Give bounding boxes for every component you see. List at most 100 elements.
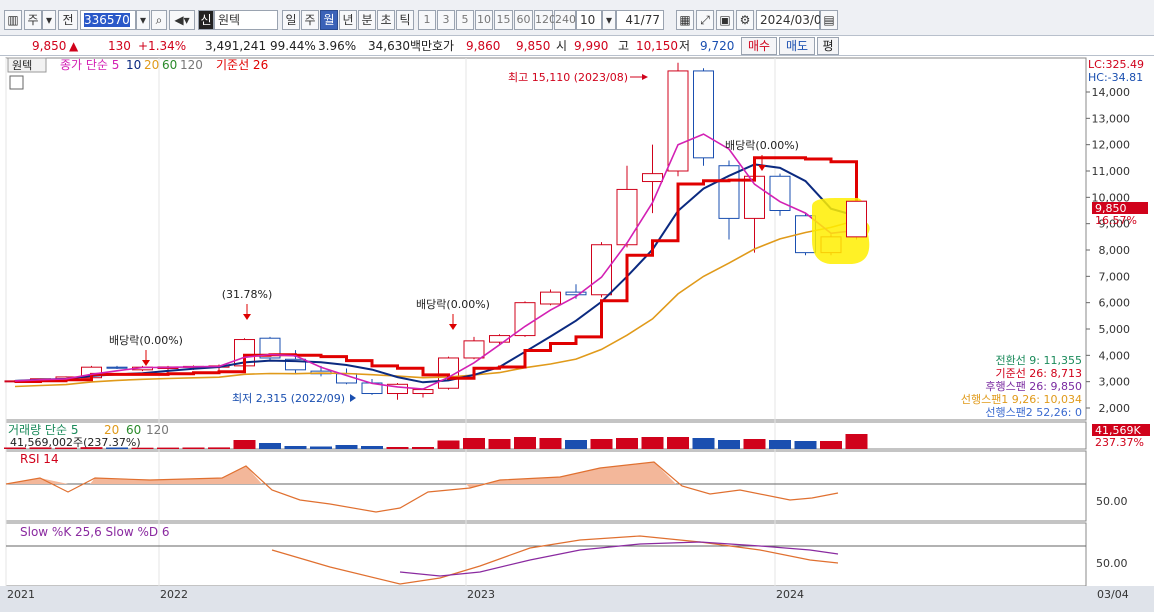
legend-item-4: 120: [180, 58, 203, 72]
volume: 3,491,241: [205, 39, 267, 53]
speaker-icon[interactable]: ◀▾: [169, 10, 195, 30]
indicator-value-2: 후행스팬 26: 9,850: [985, 380, 1082, 393]
stock-name-field[interactable]: 원텍: [214, 10, 278, 30]
last-candle: [846, 200, 867, 238]
volume-legend-120: 120: [146, 423, 169, 437]
volume-label: 거래량 단순 5: [8, 423, 78, 437]
volume-bar: [463, 438, 485, 449]
interval-button-2[interactable]: 5: [456, 10, 474, 30]
interval-button-3[interactable]: 10: [475, 10, 493, 30]
candle-body: [463, 340, 485, 359]
chevron-down-icon[interactable]: ▾: [42, 10, 56, 30]
hc-label: HC:-34.81: [1088, 71, 1143, 84]
high-label: 고: [618, 39, 630, 53]
sell-button[interactable]: 매도: [779, 37, 815, 55]
x-axis-date: 03/04: [1097, 588, 1129, 601]
date-field[interactable]: 2024/03/04: [756, 10, 829, 30]
save-icon[interactable]: ▣: [716, 10, 734, 30]
candle-body: [565, 291, 587, 296]
chevron-down-icon[interactable]: ▾: [136, 10, 150, 30]
volume-bar: [667, 437, 689, 449]
candle-body: [693, 70, 714, 159]
volume-bar: [794, 441, 817, 449]
volume-bar: [106, 447, 128, 449]
base-line-label: 기준선 26: [216, 58, 268, 72]
lc-label: LC:325.49: [1088, 58, 1144, 71]
calendar-icon[interactable]: ▤: [820, 10, 838, 30]
y-axis-label: 12,000: [1092, 139, 1131, 152]
legend-item-1: 10: [126, 58, 141, 72]
candle-body: [412, 389, 434, 395]
interval-button-7[interactable]: 240: [554, 10, 576, 30]
current-price: 9,850: [32, 39, 67, 53]
volume-bar: [820, 441, 842, 449]
volume-bar: [641, 437, 664, 449]
eval-button[interactable]: 평: [817, 37, 839, 55]
pct-tag: 16.57%: [1095, 214, 1137, 227]
volume-bar: [692, 438, 715, 449]
candle-body: [540, 291, 561, 305]
indicator-value-0: 전환선 9: 11,355: [995, 354, 1082, 367]
low-annotation: 최저 2,315 (2022/09): [232, 392, 345, 405]
turnover-rate: 3.96%: [318, 39, 357, 53]
volume-tag-pct: 237.37%: [1095, 436, 1144, 449]
interval-button-5[interactable]: 60: [514, 10, 533, 30]
period-button-4[interactable]: 분: [358, 10, 376, 30]
window-icon[interactable]: ▥: [4, 10, 22, 30]
period-button-3[interactable]: 년: [339, 10, 357, 30]
buy-button[interactable]: 매수: [741, 37, 777, 55]
change-rate: +1.34%: [138, 39, 187, 53]
stock-code: 336570: [84, 13, 130, 27]
type-select[interactable]: 주: [24, 10, 42, 30]
stock-code-input[interactable]: 336570: [80, 10, 136, 30]
x-axis-label: 2023: [467, 588, 495, 601]
volume-bar: [361, 446, 383, 449]
volume-bar: [157, 447, 179, 449]
count-input[interactable]: 10: [576, 10, 602, 30]
bid-price: 9,850: [516, 39, 551, 53]
volume-bar: [131, 447, 154, 449]
legend-item-3: 60: [162, 58, 177, 72]
rsi-axis-label: 50.00: [1096, 495, 1128, 508]
x-axis-label: 2021: [7, 588, 35, 601]
interval-button-1[interactable]: 3: [437, 10, 455, 30]
stock-badge: 신: [198, 10, 214, 30]
stock-tag: 원텍: [12, 59, 32, 72]
volume-bar: [208, 447, 230, 449]
ask-price: 9,860: [466, 39, 501, 53]
chevron-down-icon[interactable]: ▾: [602, 10, 616, 30]
resize-icon[interactable]: ⤢: [696, 10, 714, 30]
open-price: 9,990: [574, 39, 609, 53]
volume-bar: [590, 439, 613, 449]
y-axis-label: 5,000: [1099, 323, 1131, 336]
candle-body: [667, 70, 689, 172]
y-axis-label: 11,000: [1092, 165, 1131, 178]
x-axis-label: 2022: [160, 588, 188, 601]
dividend-label-3: 배당락(0.00%): [725, 139, 799, 152]
volume-bar: [616, 438, 638, 449]
volume-bar: [437, 440, 460, 449]
stock-chart[interactable]: 2021 2022 2023 2024 03/04 14,000 13,000 12,000…: [0, 56, 1154, 612]
interval-button-4[interactable]: 15: [494, 10, 513, 30]
gear-icon[interactable]: ⚙: [736, 10, 754, 30]
period-button-6[interactable]: 틱: [396, 10, 414, 30]
grid-icon[interactable]: ▦: [676, 10, 694, 30]
volume-legend-20: 20: [104, 423, 119, 437]
page-indicator: 41/77: [616, 10, 664, 30]
volume-bar: [386, 447, 409, 449]
volume-bar: [29, 447, 52, 449]
stoch-axis-label: 50.00: [1096, 557, 1128, 570]
open-label: 시: [556, 39, 568, 53]
rsi-label: RSI 14: [20, 452, 59, 466]
search-icon[interactable]: ⌕: [151, 10, 167, 30]
type2-button[interactable]: 전: [58, 10, 78, 30]
toolbar: ▥ 주 ▾ 전 336570 ▾ ⌕ ◀▾ 신 원텍 10 ▾ 41/77 ▦ …: [0, 0, 1154, 36]
interval-button-0[interactable]: 1: [418, 10, 436, 30]
volume-bar: [565, 440, 587, 449]
period-button-0[interactable]: 일: [282, 10, 300, 30]
period-button-2[interactable]: 월: [320, 10, 338, 30]
interval-button-6[interactable]: 120: [534, 10, 556, 30]
period-button-5[interactable]: 초: [377, 10, 395, 30]
period-button-1[interactable]: 주: [301, 10, 319, 30]
volume-bar: [488, 439, 511, 449]
